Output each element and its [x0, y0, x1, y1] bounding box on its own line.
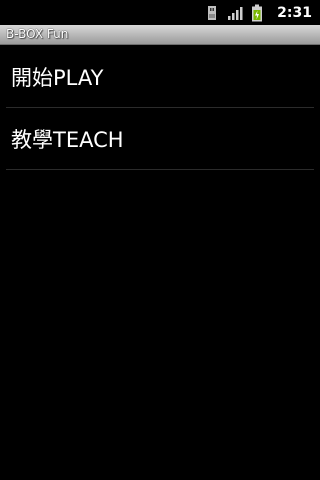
status-bar: 2:31: [0, 0, 320, 25]
app-screen: 2:31 B-BOX Fun 開始PLAY 教學TEACH: [0, 0, 320, 480]
menu-item-label: 教學TEACH: [11, 127, 124, 152]
menu-item-label: 開始PLAY: [11, 65, 104, 90]
battery-icon: [252, 4, 263, 21]
menu-list: 開始PLAY 教學TEACH: [0, 46, 320, 170]
status-icons: 2:31: [205, 0, 312, 25]
menu-item-play[interactable]: 開始PLAY: [6, 46, 314, 108]
menu-item-teach[interactable]: 教學TEACH: [6, 108, 314, 170]
signal-icon: [228, 6, 243, 20]
status-clock: 2:31: [277, 4, 312, 21]
title-bar: B-BOX Fun: [0, 25, 320, 45]
sd-card-icon: [208, 5, 217, 20]
app-title: B-BOX Fun: [6, 27, 69, 41]
